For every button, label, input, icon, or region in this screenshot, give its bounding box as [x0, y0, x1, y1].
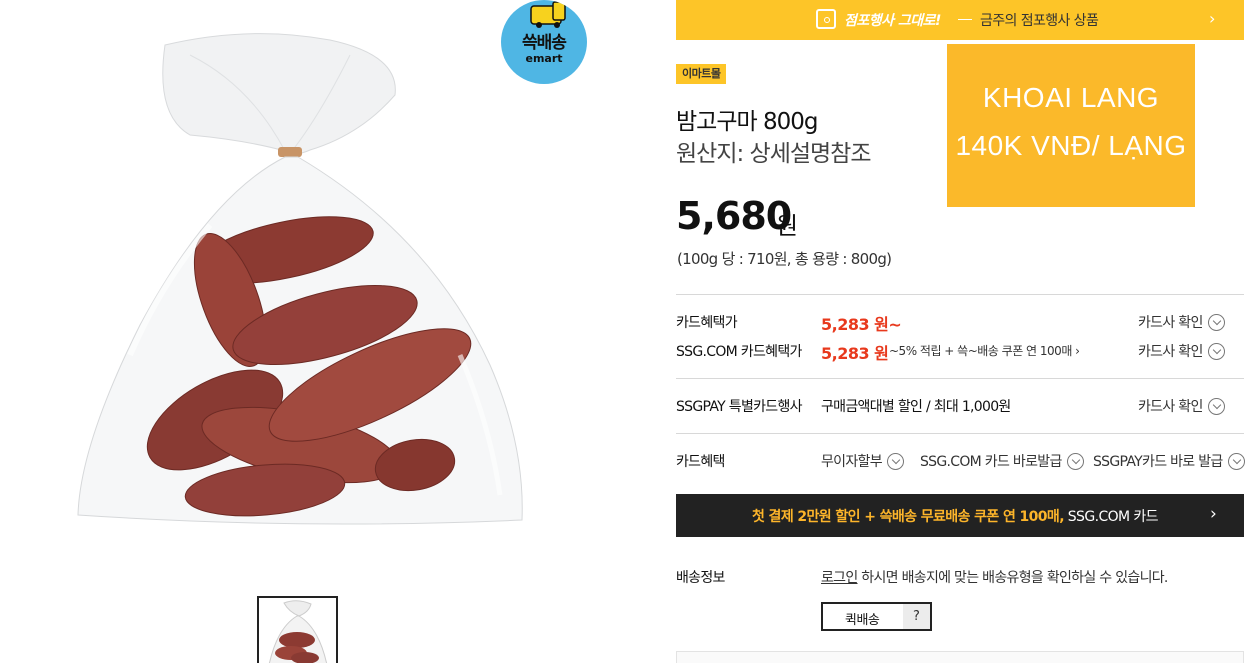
card-benefit-label: 카드혜택가 [676, 315, 738, 331]
installment-label: 무이자할부 [821, 454, 883, 470]
installment-button[interactable]: 무이자할부 [821, 451, 904, 471]
product-title: 밤고구마 800g [676, 109, 818, 135]
badge-brand: emart [525, 52, 563, 65]
ssgpay-value: 구매금액대별 할인 / 최대 1,000원 [821, 399, 1011, 415]
chevron-right-icon: › [1210, 504, 1217, 524]
banner-divider [958, 19, 972, 20]
store-event-banner[interactable]: 점포행사 그대로! 금주의 점포행사 상품 › [676, 0, 1244, 40]
ssgpay-card-issue-label: SSGPAY카드 바로 발급 [1093, 454, 1223, 470]
product-price: 5,680 [676, 194, 792, 238]
card-options-label: 카드혜택 [676, 454, 725, 470]
quick-delivery-button[interactable]: 퀵배송 ? [821, 602, 932, 631]
chevron-down-icon [1207, 397, 1225, 415]
product-image [70, 25, 530, 540]
ssgpay-check-label: 카드사 확인 [1138, 399, 1203, 415]
divider [676, 433, 1244, 434]
chevron-down-icon [1227, 452, 1245, 470]
chevron-down-icon [1207, 313, 1225, 331]
divider [676, 294, 1244, 295]
banner-text: 금주의 점포행사 상품 [980, 13, 1099, 29]
ssg-check-label: 카드사 확인 [1138, 344, 1203, 360]
promo-text: 첫 결제 2만원 할인 + 쓱배송 무료배송 쿠폰 연 100매, SSG.CO… [752, 506, 1159, 526]
card-promo-banner[interactable]: 첫 결제 2만원 할인 + 쓱배송 무료배송 쿠폰 연 100매, SSG.CO… [676, 494, 1244, 537]
badge-title: 쓱배송 [522, 33, 567, 53]
ssgpay-label: SSGPAY 특별카드행사 [676, 399, 803, 415]
overlay-line-1: KHOAI LANG [982, 82, 1160, 113]
chevron-down-icon [1066, 452, 1084, 470]
divider [676, 378, 1244, 379]
ssg-delivery-badge: 쓱배송 emart [501, 0, 587, 84]
price-overlay-note: KHOAI LANG 140K VNĐ/ LẠNG [947, 44, 1195, 207]
product-thumbnail[interactable] [257, 596, 338, 663]
ssg-benefit-price: 5,283 원 [821, 344, 889, 363]
quick-delivery-label: 퀵배송 [845, 613, 880, 628]
chevron-right-icon: › [1209, 9, 1216, 28]
delivery-options-box [676, 651, 1244, 663]
product-origin: 원산지: 상세설명참조 [676, 141, 872, 167]
delivery-label: 배송정보 [676, 570, 725, 586]
ssgpay-card-issue-button[interactable]: SSGPAY카드 바로 발급 [1093, 451, 1245, 471]
card-check-label: 카드사 확인 [1138, 315, 1203, 331]
overlay-line-2: 140K VNĐ/ LẠNG [955, 130, 1187, 161]
delivery-message-text: 하시면 배송지에 맞는 배송유형을 확인하실 수 있습니다. [857, 570, 1168, 586]
unit-price: (100g 당 : 710원, 총 용량 : 800g) [677, 250, 892, 268]
banner-highlight: 점포행사 그대로! [844, 13, 941, 29]
delivery-message: 로그인 하시면 배송지에 맞는 배송유형을 확인하실 수 있습니다. [821, 567, 1168, 587]
ssg-card-issue-label: SSG.COM 카드 바로발급 [920, 454, 1062, 470]
promo-suffix: SSG.COM 카드 [1063, 509, 1159, 525]
login-link[interactable]: 로그인 [821, 570, 858, 586]
chevron-down-icon [1207, 342, 1225, 360]
ssg-benefit-label: SSG.COM 카드혜택가 [676, 344, 802, 360]
ssg-card-issue-button[interactable]: SSG.COM 카드 바로발급 [920, 451, 1084, 471]
chevron-down-icon [886, 452, 904, 470]
seller-tag[interactable]: 이마트몰 [676, 64, 727, 84]
store-icon [816, 9, 836, 29]
ssgpay-check-button[interactable]: 카드사 확인 [1138, 396, 1225, 416]
promo-highlight: 첫 결제 2만원 할인 + 쓱배송 무료배송 쿠폰 연 100매, [752, 509, 1065, 525]
help-icon[interactable]: ? [903, 604, 930, 629]
ssg-benefit-note[interactable]: ~5% 적립 + 쓱~배송 쿠폰 연 100매 › [889, 342, 1080, 359]
price-currency: 원 [776, 212, 799, 240]
card-benefit-price: 5,283 원~ [821, 315, 902, 334]
card-check-button[interactable]: 카드사 확인 [1138, 312, 1225, 332]
ssg-check-button[interactable]: 카드사 확인 [1138, 341, 1225, 361]
